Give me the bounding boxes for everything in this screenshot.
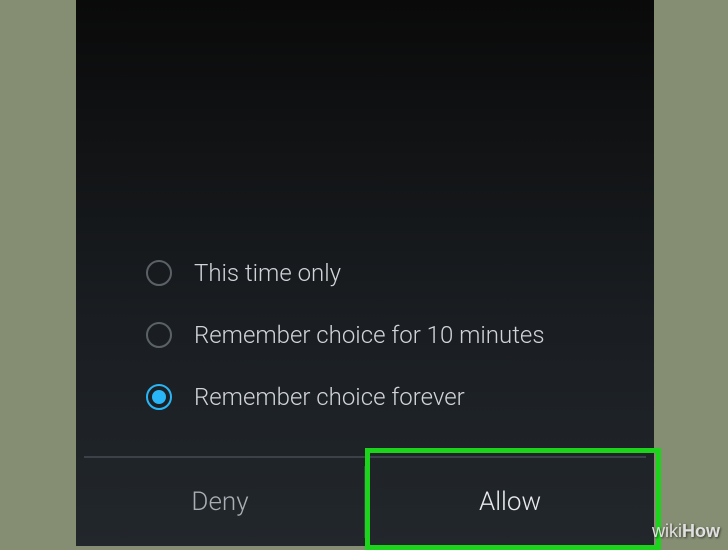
allow-button[interactable]: Allow xyxy=(366,458,654,546)
deny-button[interactable]: Deny xyxy=(76,458,364,546)
watermark: wikiHow xyxy=(652,521,720,542)
button-row: Deny Allow xyxy=(76,458,654,546)
radio-button-selected-icon xyxy=(146,384,172,410)
radio-inner-dot xyxy=(152,390,166,404)
watermark-how: How xyxy=(682,521,720,541)
radio-label: This time only xyxy=(194,259,341,287)
dialog-content-area xyxy=(76,0,654,242)
radio-button-icon xyxy=(146,260,172,286)
radio-option-this-time-only[interactable]: This time only xyxy=(146,242,654,304)
watermark-wiki: wiki xyxy=(652,521,682,541)
radio-group: This time only Remember choice for 10 mi… xyxy=(76,242,654,440)
radio-label: Remember choice forever xyxy=(194,383,465,411)
allow-button-label: Allow xyxy=(479,487,541,517)
radio-button-icon xyxy=(146,322,172,348)
radio-label: Remember choice for 10 minutes xyxy=(194,321,544,349)
radio-option-remember-forever[interactable]: Remember choice forever xyxy=(146,366,654,428)
deny-button-label: Deny xyxy=(191,487,248,517)
permission-dialog: This time only Remember choice for 10 mi… xyxy=(76,0,654,546)
radio-option-remember-10-minutes[interactable]: Remember choice for 10 minutes xyxy=(146,304,654,366)
